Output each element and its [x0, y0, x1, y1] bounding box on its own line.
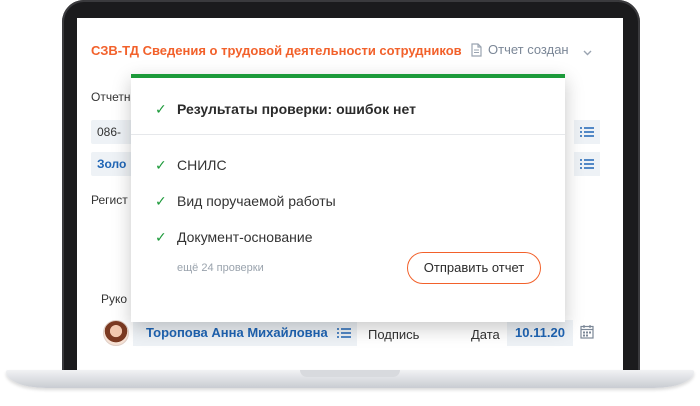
list-select-button[interactable] [574, 120, 600, 144]
document-title: СЗВ-ТД Сведения о трудовой деятельности … [91, 43, 462, 58]
chevron-down-icon [583, 45, 592, 56]
check-item: Документ-основание [177, 229, 313, 245]
check-icon: ✓ [155, 157, 167, 173]
registration-label: Регист [91, 193, 128, 207]
list-select-button[interactable] [574, 152, 600, 176]
report-status-dropdown[interactable]: Отчет создан [471, 42, 592, 57]
popup-header: ✓ Результаты проверки: ошибок нет [131, 78, 565, 135]
calendar-icon[interactable] [580, 324, 594, 339]
check-item: Вид поручаемой работы [177, 193, 336, 209]
date-field[interactable]: 10.11.20 [507, 320, 573, 346]
check-icon: ✓ [155, 101, 167, 117]
validation-results-popup: ✓ Результаты проверки: ошибок нет ✓ СНИЛ… [131, 74, 565, 322]
manager-label: Руко [101, 292, 128, 306]
signature-label: Подпись [368, 327, 420, 342]
signer-row: Торопова Анна Михайловна Подпись Дата 10… [77, 318, 623, 352]
report-period-label: Отчетн [91, 90, 131, 104]
signer-name-field[interactable]: Торопова Анна Михайловна [133, 320, 357, 346]
check-icon: ✓ [155, 193, 167, 209]
date-label: Дата [471, 327, 500, 342]
more-checks-link[interactable]: ещё 24 проверки [177, 262, 264, 274]
list-icon [580, 127, 594, 137]
list-icon [337, 328, 351, 338]
laptop-notch [300, 370, 400, 377]
list-icon [580, 159, 594, 169]
check-item: СНИЛС [177, 157, 227, 173]
check-icon: ✓ [155, 229, 167, 245]
signer-list-button[interactable] [331, 320, 357, 346]
document-icon [471, 42, 482, 57]
avatar [103, 320, 129, 346]
validation-title: Результаты проверки: ошибок нет [177, 101, 416, 117]
report-status-label: Отчет создан [488, 42, 569, 57]
send-report-button[interactable]: Отправить отчет [407, 252, 541, 284]
app-screen: СЗВ-ТД Сведения о трудовой деятельности … [77, 18, 623, 370]
